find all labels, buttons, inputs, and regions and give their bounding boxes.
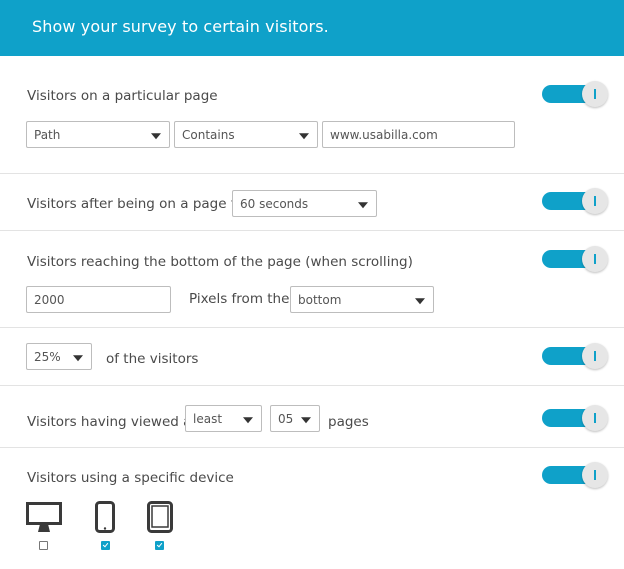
rule-pageviews-toggle[interactable] (542, 405, 608, 431)
divider (0, 447, 624, 448)
rule-pageviews-suffix: pages (328, 414, 369, 430)
chevron-down-icon (415, 297, 425, 304)
tablet-icon (147, 501, 173, 533)
chevron-down-icon (73, 354, 83, 361)
pageviews-comparator-select[interactable]: least (185, 405, 262, 432)
divider (0, 385, 624, 386)
header-bar: Show your survey to certain visitors. (0, 0, 624, 56)
scroll-pixels-input[interactable]: 2000 (26, 286, 171, 313)
chevron-down-icon (243, 416, 253, 423)
scroll-pixels-label: Pixels from the (189, 291, 290, 307)
rule-scroll-label: Visitors reaching the bottom of the page… (27, 254, 413, 270)
rule-percentage-toggle[interactable] (542, 343, 608, 369)
toggle-knob (582, 188, 608, 214)
scroll-position-select[interactable]: bottom (290, 286, 434, 313)
pageviews-comparator-select-value: least (193, 411, 223, 426)
page-operator-select-value: Contains (182, 127, 235, 142)
desktop-checkbox[interactable] (39, 541, 48, 550)
page-url-input-value: www.usabilla.com (330, 127, 438, 142)
mobile-checkbox[interactable] (101, 541, 110, 550)
page-url-input[interactable]: www.usabilla.com (322, 121, 515, 148)
scroll-pixels-input-value: 2000 (34, 292, 65, 307)
toggle-knob (582, 246, 608, 272)
time-duration-select-value: 60 seconds (240, 196, 309, 211)
divider (0, 327, 624, 328)
chevron-down-icon (299, 132, 309, 139)
rule-time-toggle[interactable] (542, 188, 608, 214)
chevron-down-icon (301, 416, 311, 423)
percentage-select-value: 25% (34, 349, 61, 364)
pageviews-count-select[interactable]: 05 (270, 405, 320, 432)
rule-scroll-toggle[interactable] (542, 246, 608, 272)
rule-time-label: Visitors after being on a page for (27, 196, 250, 212)
toggle-knob (582, 343, 608, 369)
chevron-down-icon (358, 201, 368, 208)
divider (0, 230, 624, 231)
time-duration-select[interactable]: 60 seconds (232, 190, 377, 217)
page-operator-select[interactable]: Contains (174, 121, 318, 148)
rule-page-toggle[interactable] (542, 81, 608, 107)
rule-device-label: Visitors using a specific device (27, 470, 234, 486)
toggle-knob (582, 405, 608, 431)
scroll-position-select-value: bottom (298, 292, 342, 307)
desktop-icon (26, 502, 62, 534)
toggle-knob (582, 81, 608, 107)
percentage-select[interactable]: 25% (26, 343, 92, 370)
rule-percentage-label: of the visitors (106, 351, 199, 367)
rule-pageviews-label: Visitors having viewed at (27, 414, 197, 430)
pageviews-count-select-value: 05 (278, 411, 294, 426)
toggle-knob (582, 462, 608, 488)
header-title: Show your survey to certain visitors. (32, 17, 329, 36)
chevron-down-icon (151, 132, 161, 139)
page-field-select-value: Path (34, 127, 61, 142)
rule-page-label: Visitors on a particular page (27, 88, 218, 104)
rule-device-toggle[interactable] (542, 462, 608, 488)
page-field-select[interactable]: Path (26, 121, 170, 148)
mobile-phone-icon (95, 501, 115, 533)
divider (0, 173, 624, 174)
tablet-checkbox[interactable] (155, 541, 164, 550)
